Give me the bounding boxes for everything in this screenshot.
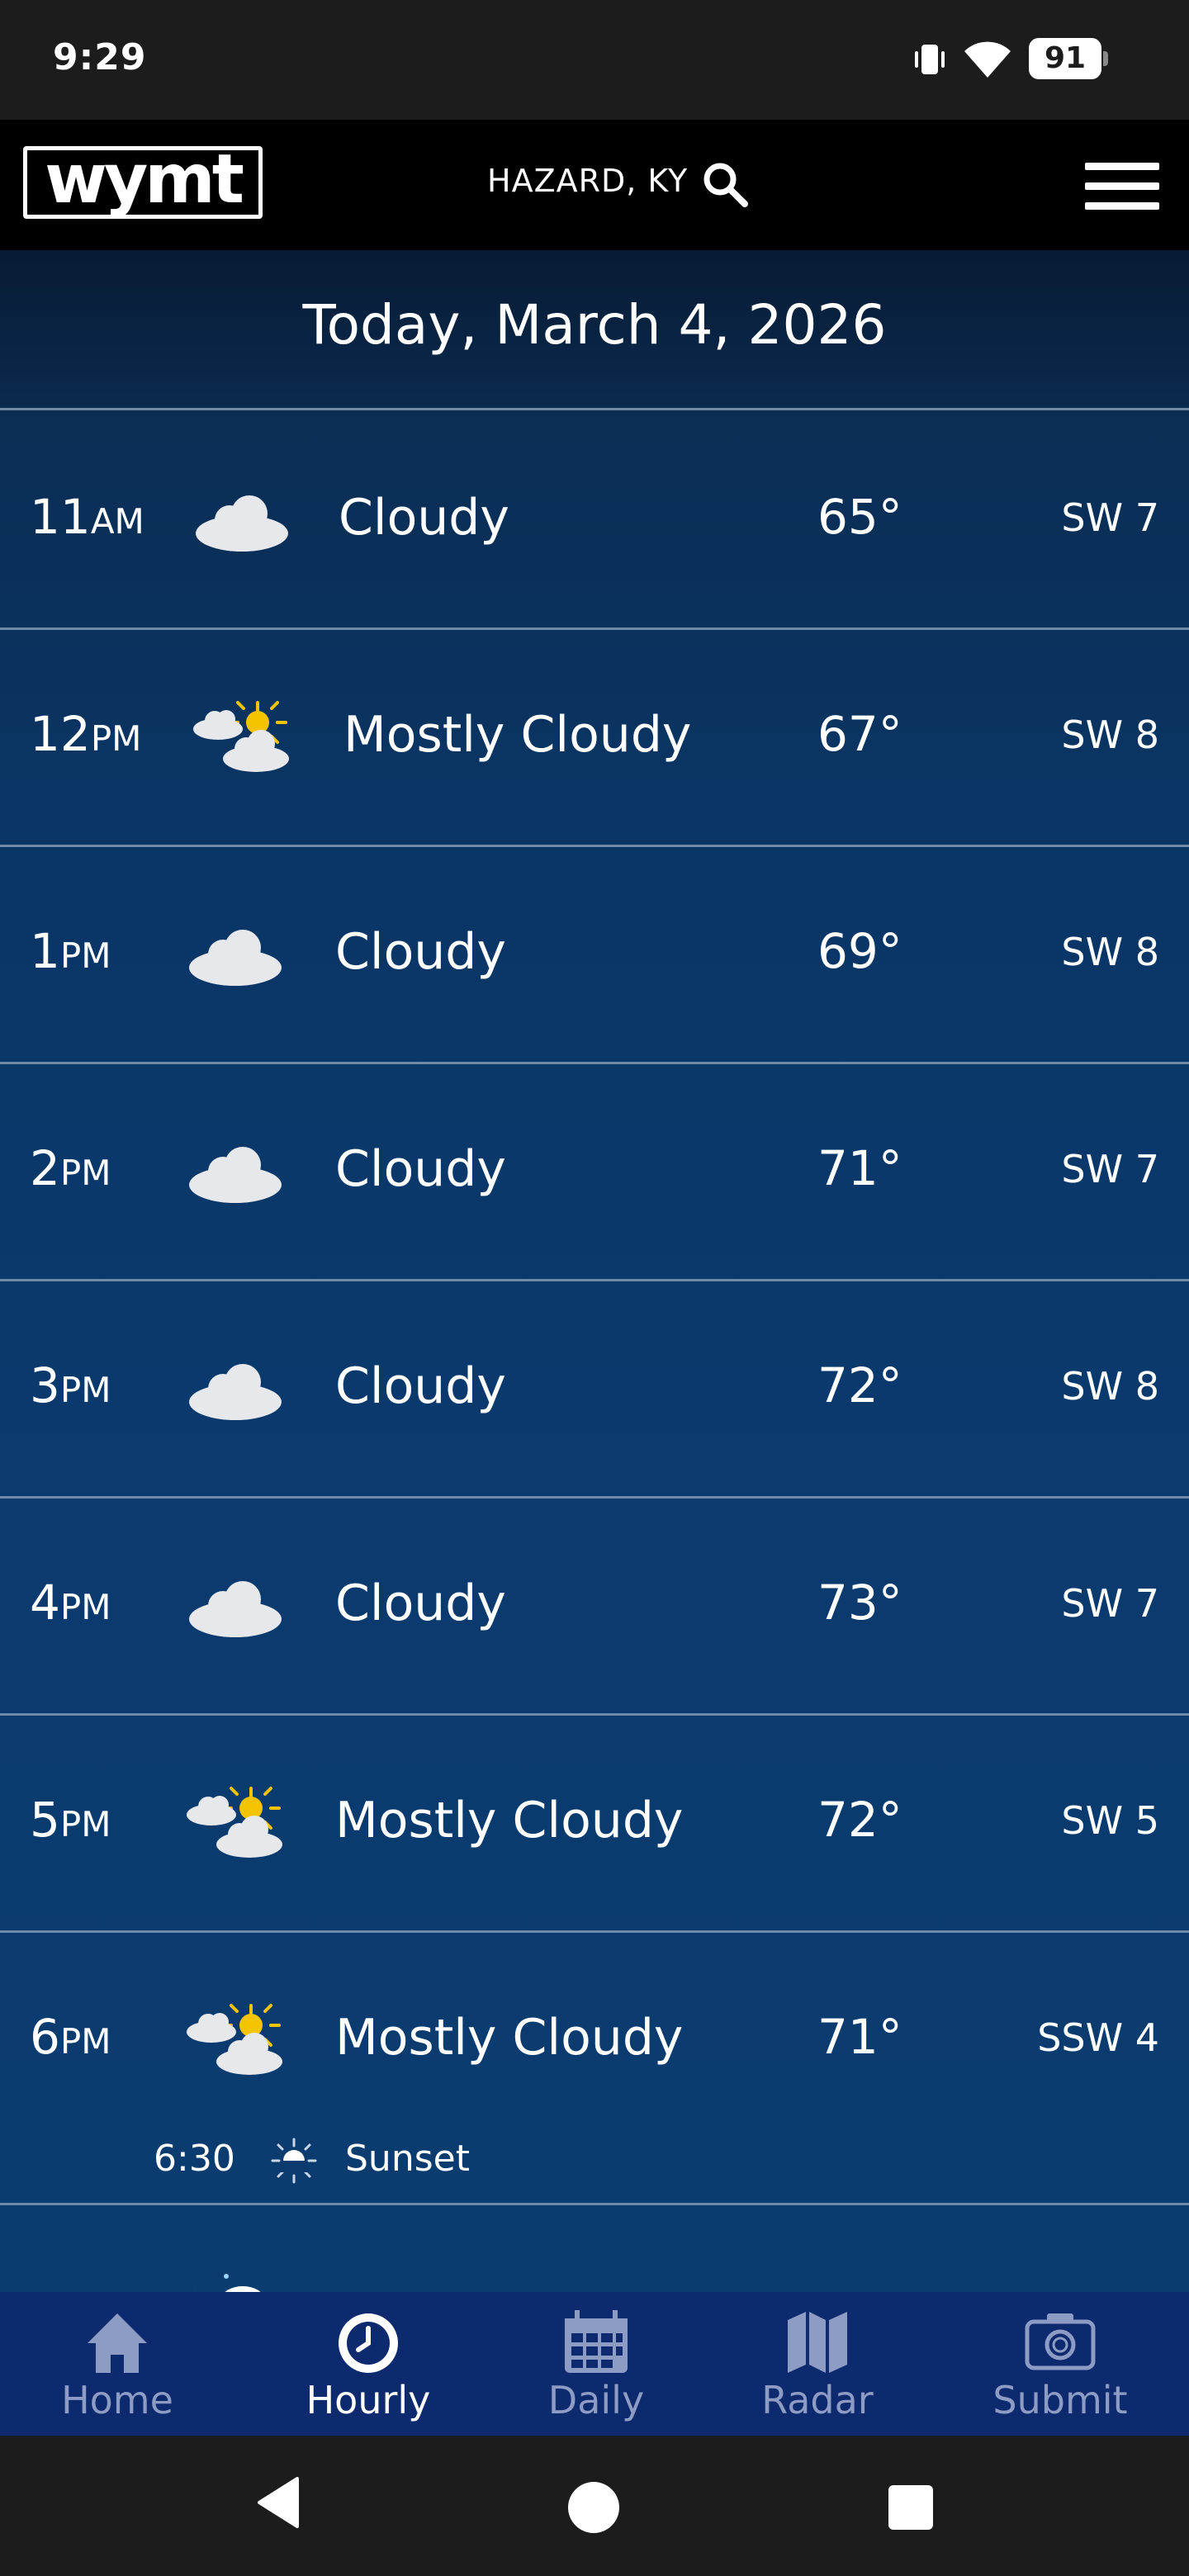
hour-label: 11AM [30, 489, 144, 545]
wind-label: SW 5 [1061, 1798, 1159, 1843]
hourly-row[interactable]: 5PM Mostly Cloudy 72° SW 5 [0, 1716, 1189, 1933]
wifi-icon [964, 41, 1011, 78]
partly-sunny-icon [188, 698, 296, 780]
calendar-icon [565, 2310, 628, 2373]
nav-home[interactable]: Home [10, 2292, 225, 2436]
menu-icon[interactable] [1085, 163, 1159, 211]
partly-sunny-icon [182, 2001, 289, 2083]
sunset-icon [269, 2138, 319, 2187]
search-icon[interactable] [700, 159, 750, 209]
home-button[interactable] [568, 2482, 619, 2533]
moon-icon [195, 2273, 261, 2292]
condition-label: Cloudy [339, 489, 509, 547]
cloud-icon [182, 1349, 289, 1432]
date-header: Today, March 4, 2026 [0, 250, 1189, 410]
nav-radar-label: Radar [761, 2378, 874, 2422]
status-time: 9:29 [53, 36, 147, 78]
battery-icon: 91 [1029, 38, 1108, 79]
status-bar: 9:29 91 [0, 0, 1189, 120]
temperature-label: 71° [817, 2009, 902, 2065]
nav-daily[interactable]: Daily [489, 2292, 703, 2436]
wind-label: SSW 4 [1037, 2015, 1159, 2060]
condition-label: Cloudy [335, 923, 506, 981]
back-icon[interactable] [253, 2474, 302, 2531]
sunset-label: Sunset [345, 2138, 470, 2180]
hour-label: 6PM [30, 2009, 111, 2065]
temperature-label: 71° [817, 1140, 902, 1196]
wind-label: SW 7 [1061, 495, 1159, 540]
recents-button[interactable] [888, 2485, 933, 2530]
condition-label: Cloudy [335, 1574, 506, 1632]
location-label[interactable]: HAZARD, KY [487, 163, 688, 199]
battery-level: 91 [1029, 38, 1101, 79]
wind-label: SW 8 [1061, 930, 1159, 974]
nav-home-label: Home [61, 2378, 173, 2422]
hour-label: 12PM [30, 706, 142, 762]
home-icon [88, 2313, 147, 2373]
hourly-row[interactable]: 3PM Cloudy 72° SW 8 [0, 1281, 1189, 1499]
cloud-icon [182, 915, 289, 997]
date-title: Today, March 4, 2026 [302, 293, 887, 357]
wymt-logo[interactable]: wymt [23, 146, 263, 219]
cloud-icon [182, 1566, 289, 1649]
hourly-row[interactable]: 4PM Cloudy 73° SW 7 [0, 1499, 1189, 1716]
temperature-label: 73° [817, 1574, 902, 1631]
temperature-label: 72° [817, 1357, 902, 1413]
camera-icon [1025, 2313, 1096, 2370]
nav-submit-label: Submit [992, 2378, 1128, 2422]
hourly-row[interactable]: 1PM Cloudy 69° SW 8 [0, 847, 1189, 1064]
hourly-row[interactable]: 11AM Cloudy 65° SW 7 [0, 413, 1189, 630]
hourly-forecast-list[interactable]: Today, March 4, 2026 11AM Cloudy 65° SW 7 12… [0, 250, 1189, 2292]
condition-label: Mostly Cloudy [343, 706, 692, 764]
hour-label: 5PM [30, 1792, 111, 1848]
nav-hourly-label: Hourly [306, 2378, 431, 2422]
nav-submit[interactable]: Submit [953, 2292, 1168, 2436]
hourly-row[interactable]: 12PM Mostly Cloudy 67° SW 8 [0, 630, 1189, 847]
hour-label: 2PM [30, 1140, 111, 1196]
wind-label: SW 7 [1061, 1581, 1159, 1626]
hourly-row[interactable]: 6PM Mostly Cloudy 71° SSW 4 6:30 Sunset [0, 1933, 1189, 2205]
wind-label: SW 8 [1061, 713, 1159, 757]
nav-daily-label: Daily [547, 2378, 645, 2422]
hour-label: 4PM [30, 1574, 111, 1631]
hourly-row[interactable]: 2PM Cloudy 71° SW 7 [0, 1064, 1189, 1281]
nav-radar[interactable]: Radar [710, 2292, 925, 2436]
condition-label: Mostly Cloudy [335, 2009, 684, 2067]
partly-sunny-icon [182, 1783, 289, 1866]
wind-label: SW 7 [1061, 1147, 1159, 1191]
bottom-nav: Home Hourly Daily Radar Submit [0, 2292, 1189, 2436]
map-icon [788, 2312, 847, 2373]
wind-label: SW 8 [1061, 1364, 1159, 1409]
system-nav-bar [0, 2436, 1189, 2576]
hour-label: 3PM [30, 1357, 111, 1413]
app-header: wymt HAZARD, KY [0, 120, 1189, 250]
cloud-icon [182, 1132, 289, 1215]
condition-label: Cloudy [335, 1140, 506, 1198]
condition-label: Mostly Cloudy [335, 1792, 684, 1849]
screen: 9:29 91 wymt HAZARD, KY Today, March 4, … [0, 0, 1189, 2576]
vibrate-icon [915, 45, 945, 74]
sunset-time: 6:30 [154, 2138, 235, 2180]
temperature-label: 69° [817, 923, 902, 979]
temperature-label: 72° [817, 1792, 902, 1848]
clock-icon [339, 2313, 398, 2373]
temperature-label: 65° [817, 489, 902, 545]
temperature-label: 67° [817, 706, 902, 762]
nav-hourly[interactable]: Hourly [261, 2292, 476, 2436]
condition-label: Cloudy [335, 1357, 506, 1415]
cloud-icon [188, 481, 296, 563]
hour-label: 1PM [30, 923, 111, 979]
